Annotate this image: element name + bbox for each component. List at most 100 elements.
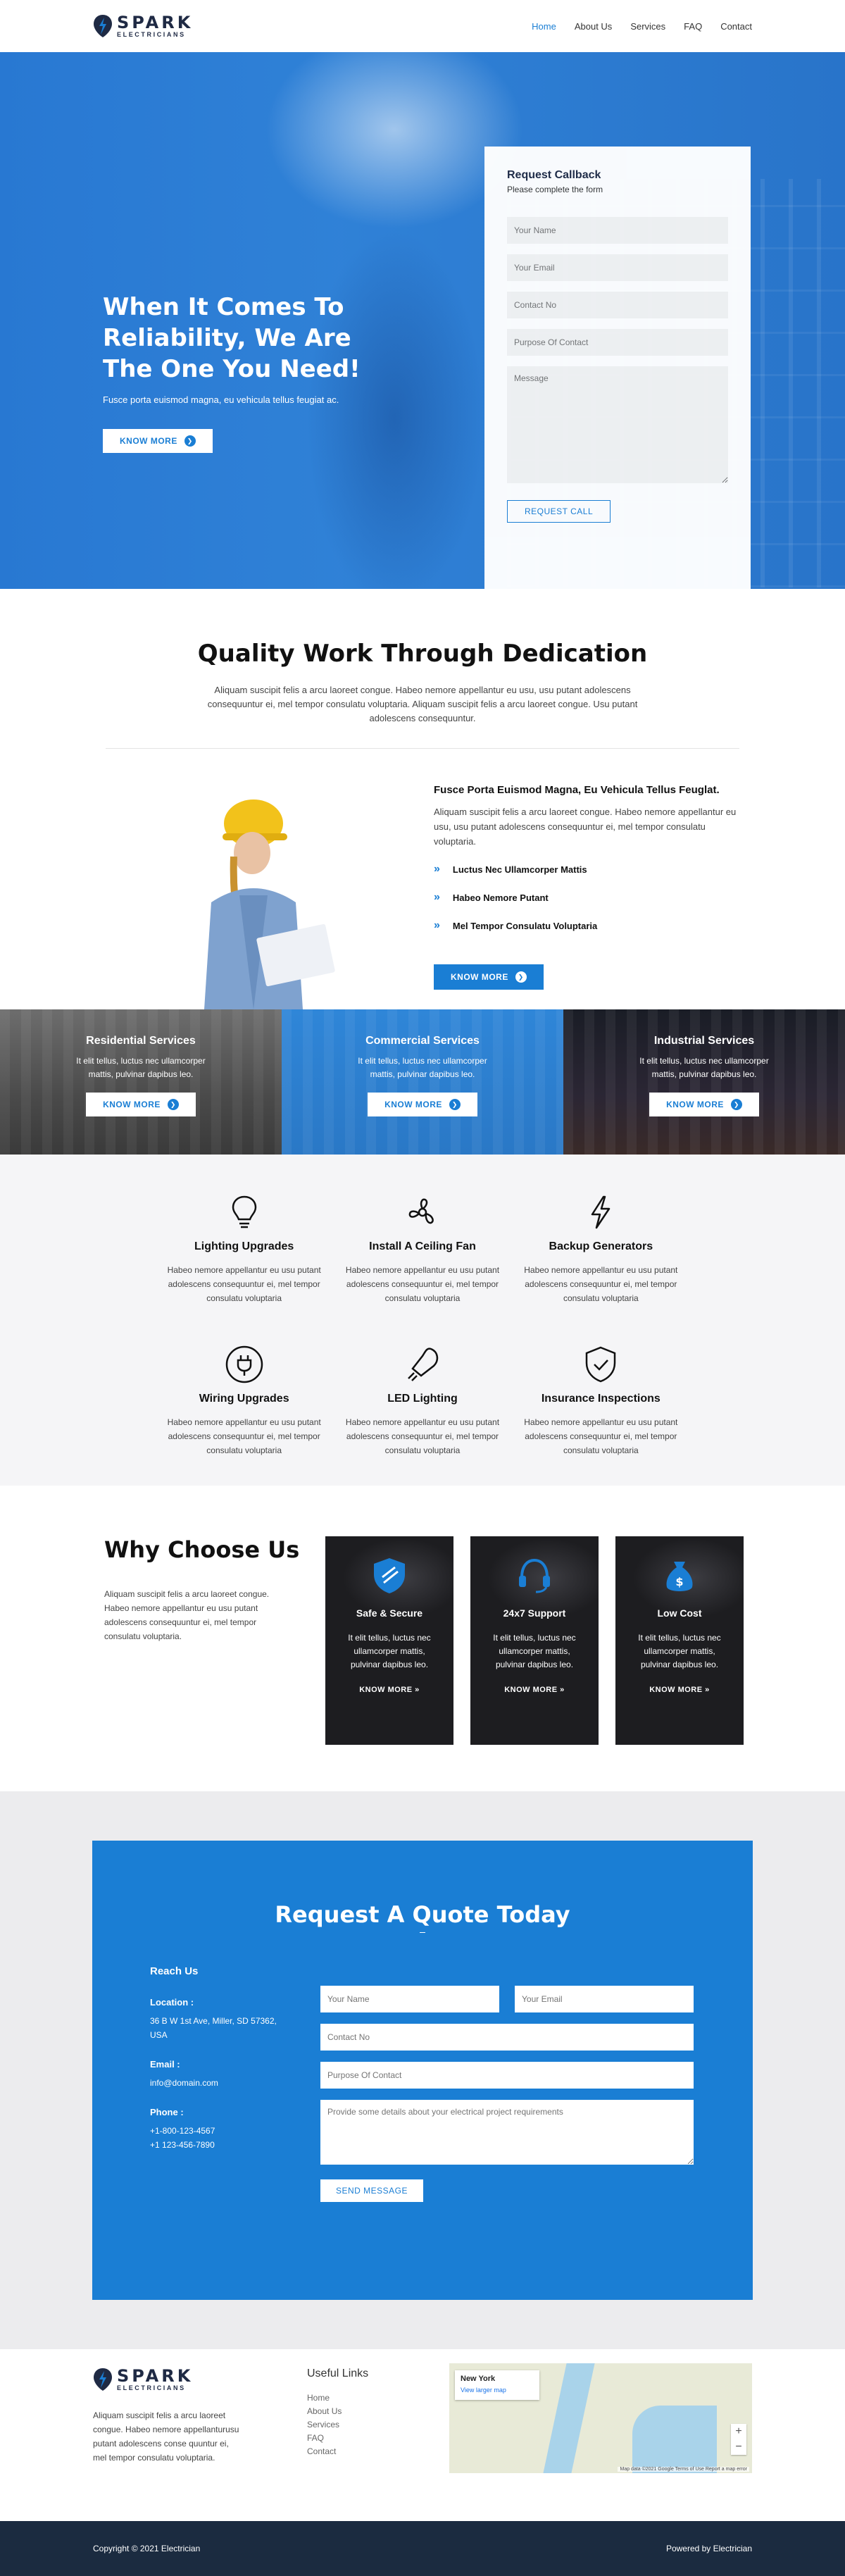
footer-logo[interactable]: SPARK ELECTRICIANS <box>93 2367 193 2391</box>
services-panels: Residential Services It elit tellus, luc… <box>0 1009 845 1155</box>
residential-know-more-button[interactable]: KNOW MORE ❯ <box>86 1093 196 1116</box>
feature-know-more-button[interactable]: KNOW MORE ❯ <box>434 964 544 990</box>
quote-name-input[interactable] <box>320 1986 499 2012</box>
footer-about-text: Aliquam suscipit felis a arcu laoreet co… <box>93 2410 239 2463</box>
nav-about-us[interactable]: About Us <box>575 21 612 32</box>
zoom-out-icon[interactable]: − <box>731 2439 746 2455</box>
phone-text: +1 123-456-7890 <box>150 2140 215 2150</box>
callback-contact-input[interactable] <box>507 292 728 318</box>
double-chevron-icon: » <box>434 891 440 903</box>
hero-section: When It Comes To Reliability, We Are The… <box>0 52 845 589</box>
why-card: Safe & Secure It elit tellus, luctus nec… <box>325 1536 453 1745</box>
hero-subtitle: Fusce porta euismod magna, eu vehicula t… <box>103 394 339 405</box>
plug-icon <box>223 1343 265 1386</box>
service-text: It elit tellus, luctus nec ullamcorper m… <box>639 1056 769 1079</box>
feature-text: Aliquam suscipit felis a arcu laoreet co… <box>434 807 737 847</box>
nav-contact[interactable]: Contact <box>720 21 752 32</box>
footer-link-contact[interactable]: Contact <box>307 2445 368 2458</box>
grid-item: Lighting Upgrades Habeo nemore appellant… <box>155 1191 333 1305</box>
quality-text: Aliquam suscipit felis a arcu laoreet co… <box>207 685 638 723</box>
service-title: Residential Services <box>86 1035 196 1047</box>
shield-check-icon <box>580 1343 622 1386</box>
hero-know-more-button[interactable]: KNOW MORE ❯ <box>103 429 213 453</box>
map-info-card: New York View larger map <box>455 2370 539 2400</box>
safe-know-more-link[interactable]: KNOW MORE » <box>325 1686 453 1694</box>
footer-link-about-us[interactable]: About Us <box>307 2405 368 2418</box>
commercial-know-more-button[interactable]: KNOW MORE ❯ <box>368 1093 477 1116</box>
double-chevron-icon: » <box>434 863 440 875</box>
money-bag-icon: $ <box>666 1562 693 1591</box>
brand-name: SPARK <box>117 13 194 32</box>
nav-home[interactable]: Home <box>532 21 556 32</box>
reach-us: Reach Us Location : 36 B W 1st Ave, Mill… <box>150 1965 291 2152</box>
google-map[interactable]: New York View larger map + − Map data ©2… <box>449 2363 752 2473</box>
service-title: Commercial Services <box>365 1035 480 1047</box>
email-text: info@domain.com <box>150 2078 218 2088</box>
double-chevron-icon: » <box>434 919 440 931</box>
callback-name-input[interactable] <box>507 217 728 244</box>
footer-link-home[interactable]: Home <box>307 2391 368 2405</box>
grid-item: Backup Generators Habeo nemore appellant… <box>512 1191 690 1305</box>
service-text: It elit tellus, luctus nec ullamcorper m… <box>358 1056 487 1079</box>
quote-message-textarea[interactable] <box>320 2100 694 2165</box>
zoom-in-icon[interactable]: + <box>731 2424 746 2439</box>
grid-item: Install A Ceiling Fan Habeo nemore appel… <box>333 1191 511 1305</box>
led-bulb-icon <box>401 1343 444 1386</box>
callback-purpose-input[interactable] <box>507 329 728 356</box>
headset-icon <box>519 1558 550 1593</box>
chevron-right-icon: ❯ <box>184 435 196 447</box>
list-item: » Luctus Nec Ullamcorper Mattis <box>434 863 587 875</box>
why-title: Why Choose Us <box>104 1536 300 1563</box>
cost-know-more-link[interactable]: KNOW MORE » <box>615 1686 744 1694</box>
request-call-button[interactable]: REQUEST CALL <box>507 500 611 523</box>
view-larger-map-link[interactable]: View larger map <box>461 2387 506 2394</box>
copyright-bar: Copyright © 2021 Electrician Powered by … <box>0 2521 845 2576</box>
lightning-icon <box>580 1191 622 1233</box>
hero-title: When It Comes To Reliability, We Are The… <box>103 293 361 383</box>
why-choose-section: Why Choose Us Aliquam suscipit felis a a… <box>0 1486 845 1791</box>
footer-link-faq[interactable]: FAQ <box>307 2432 368 2445</box>
footer-link-services[interactable]: Services <box>307 2418 368 2432</box>
worker-illustration <box>204 799 335 1009</box>
chevron-right-icon: ❯ <box>167 1099 179 1110</box>
map-zoom-control[interactable]: + − <box>731 2424 746 2455</box>
service-title: Industrial Services <box>653 1035 755 1047</box>
nav-services[interactable]: Services <box>630 21 665 32</box>
logo[interactable]: SPARK ELECTRICIANS <box>93 14 193 38</box>
quote-purpose-input[interactable] <box>320 2062 694 2089</box>
quote-panel: Request A Quote Today Reach Us Location … <box>92 1841 753 2300</box>
svg-text:$: $ <box>675 1575 683 1588</box>
powered-by-text: Powered by Electrician <box>665 2544 752 2553</box>
map-attribution: Map data ©2021 Google Terms of Use Repor… <box>618 2467 749 2472</box>
quality-title: Quality Work Through Dedication <box>197 640 648 668</box>
chevron-right-icon: ❯ <box>515 971 527 983</box>
shield-icon <box>374 1558 405 1593</box>
callback-email-input[interactable] <box>507 254 728 281</box>
quote-contact-input[interactable] <box>320 2024 694 2051</box>
quote-form: SEND MESSAGE <box>320 1986 694 2202</box>
residential-services-panel: Residential Services It elit tellus, luc… <box>0 1009 282 1155</box>
feature-list: » Luctus Nec Ullamcorper Mattis » Habeo Ne… <box>434 863 737 932</box>
why-card: 24x7 Support It elit tellus, luctus nec … <box>470 1536 599 1745</box>
support-know-more-link[interactable]: KNOW MORE » <box>470 1686 599 1694</box>
industrial-know-more-button[interactable]: KNOW MORE ❯ <box>649 1093 759 1116</box>
service-text: It elit tellus, luctus nec ullamcorper m… <box>76 1056 206 1079</box>
copyright-text: Copyright © 2021 Electrician <box>93 2544 201 2553</box>
chevron-right-icon: ❯ <box>730 1099 742 1110</box>
site-header: SPARK ELECTRICIANS Home About Us Service… <box>0 0 845 52</box>
feature-section: Fusce Porta Euismod Magna, Eu Vehicula T… <box>0 749 845 1009</box>
ceiling-fan-icon <box>401 1191 444 1233</box>
brand-tagline: ELECTRICIANS <box>117 31 186 38</box>
useful-links: Useful Links Home About Us Services FAQ … <box>307 2367 368 2458</box>
quality-section: Quality Work Through Dedication Aliquam … <box>0 589 845 749</box>
footer: SPARK ELECTRICIANS Aliquam suscipit feli… <box>0 2349 845 2521</box>
quote-email-input[interactable] <box>515 1986 694 2012</box>
grid-item: LED Lighting Habeo nemore appellantur eu… <box>333 1343 511 1457</box>
why-card: $ Low Cost It elit tellus, luctus nec ul… <box>615 1536 744 1745</box>
callback-title: Request Callback <box>507 169 601 181</box>
logo-bolt-icon <box>94 15 112 37</box>
callback-message-textarea[interactable] <box>507 366 728 483</box>
quote-title: Request A Quote Today <box>275 1901 570 1928</box>
send-message-button[interactable]: SEND MESSAGE <box>320 2179 424 2202</box>
nav-faq[interactable]: FAQ <box>684 21 702 32</box>
